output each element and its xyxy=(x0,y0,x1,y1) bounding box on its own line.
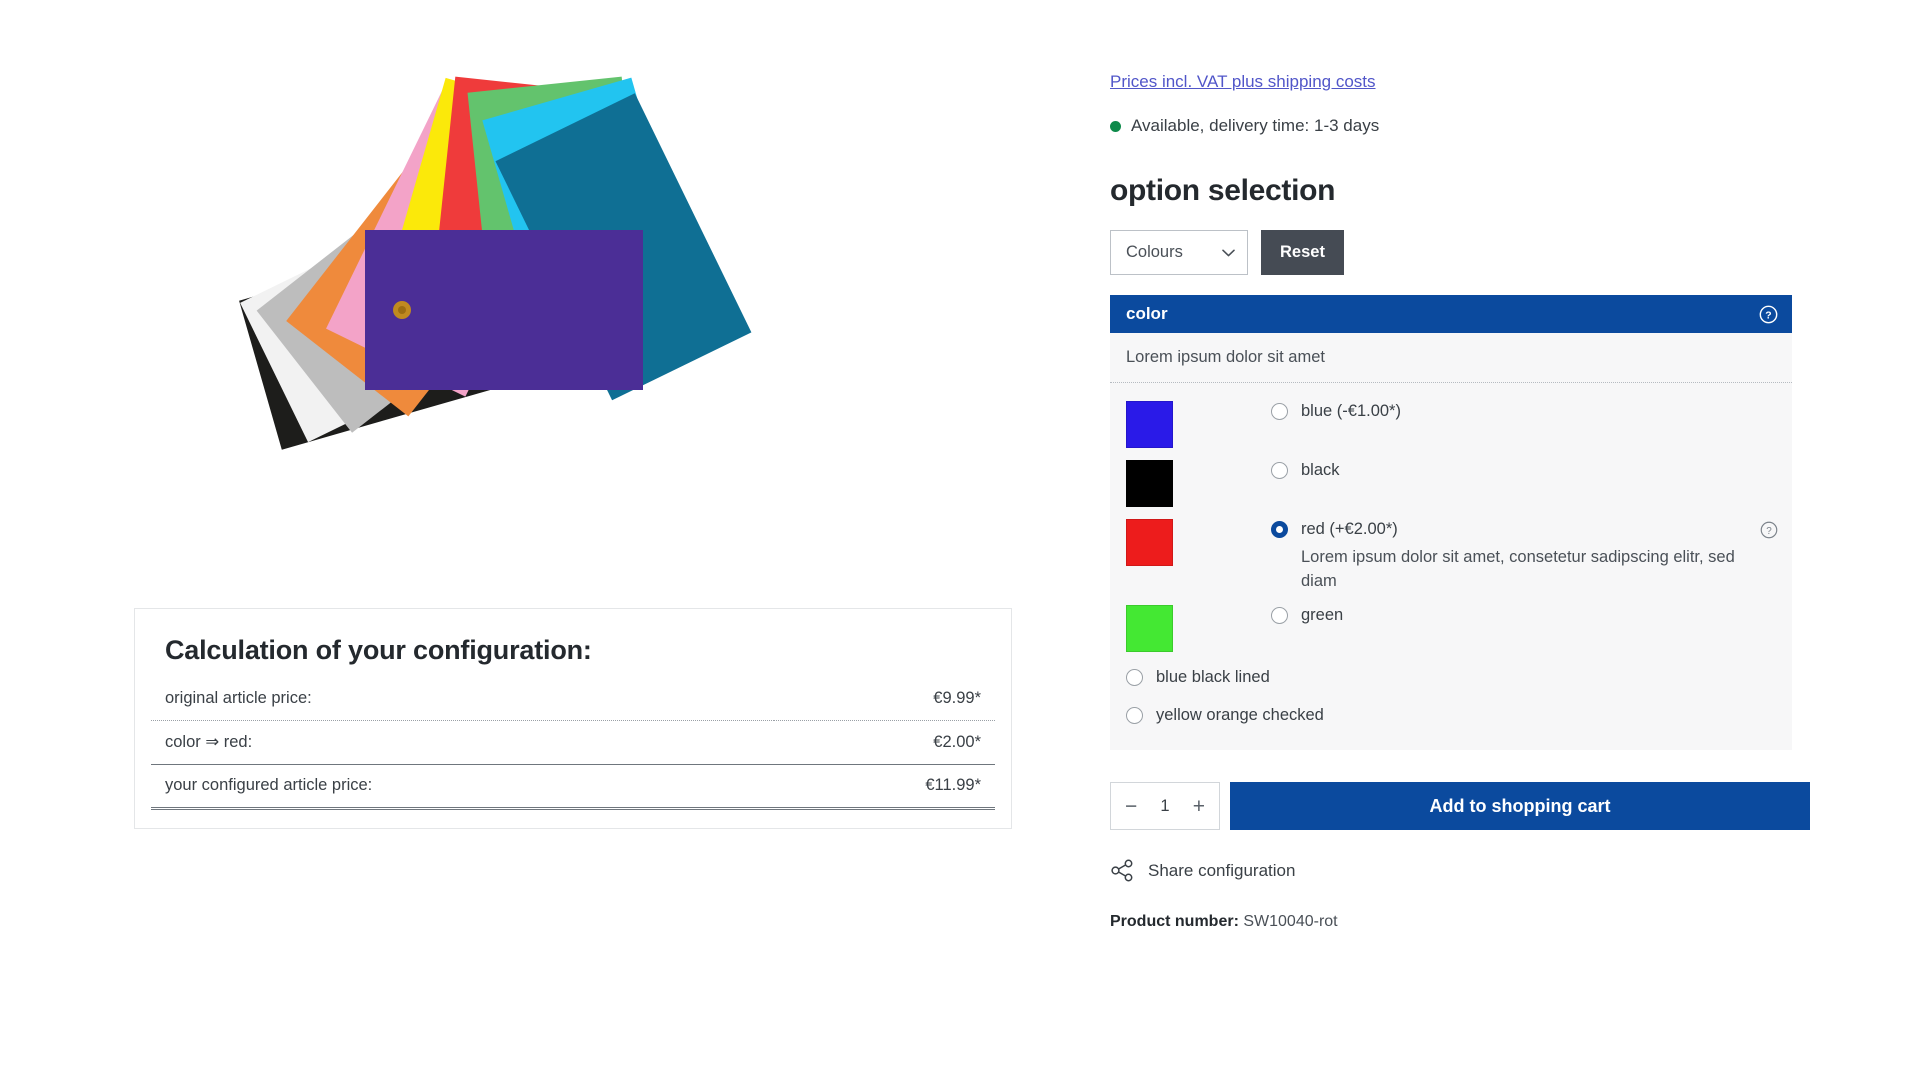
list-item[interactable]: black xyxy=(1110,454,1792,513)
option-label: blue black lined xyxy=(1156,667,1778,688)
quantity-stepper[interactable]: − 1 + xyxy=(1110,782,1220,830)
list-item[interactable]: blue (-€1.00*) xyxy=(1110,395,1792,454)
availability-label: Available, delivery time: 1-3 days xyxy=(1131,116,1379,136)
option-radio[interactable] xyxy=(1126,669,1143,686)
configurator-controls: Colours Reset xyxy=(1110,230,1810,275)
colours-select-value: Colours xyxy=(1126,243,1183,262)
quantity-decrement-button[interactable]: − xyxy=(1125,796,1137,817)
color-swatch xyxy=(1126,460,1173,507)
page-title: option selection xyxy=(1110,174,1810,208)
option-radio[interactable] xyxy=(1271,403,1288,420)
calculation-table: original article price: €9.99* color ⇒ r… xyxy=(151,678,995,810)
quantity-increment-button[interactable]: + xyxy=(1193,796,1205,817)
color-swatch xyxy=(1126,605,1173,652)
add-to-cart-button[interactable]: Add to shopping cart xyxy=(1230,782,1810,830)
list-item[interactable]: green xyxy=(1110,599,1792,658)
table-row: original article price: €9.99* xyxy=(151,678,995,721)
help-circle-icon[interactable]: ? xyxy=(1759,305,1778,324)
option-label: black xyxy=(1301,460,1778,481)
color-swatch xyxy=(1126,401,1173,448)
calc-row-label: your configured article price: xyxy=(151,765,774,809)
share-configuration-label: Share configuration xyxy=(1148,861,1295,881)
calc-row-label: color ⇒ red: xyxy=(151,721,774,765)
option-label: green xyxy=(1301,605,1778,626)
color-swatch xyxy=(1126,519,1173,566)
option-list: blue (-€1.00*) black xyxy=(1110,383,1792,750)
option-group-title: color xyxy=(1126,304,1168,324)
list-item[interactable]: red (+€2.00*) Lorem ipsum dolor sit amet… xyxy=(1110,513,1792,599)
reset-button[interactable]: Reset xyxy=(1261,230,1344,275)
availability-dot-icon xyxy=(1110,121,1121,132)
option-label: yellow orange checked xyxy=(1156,705,1778,726)
calc-row-label: original article price: xyxy=(151,678,774,721)
calc-row-amount: €9.99* xyxy=(774,678,995,721)
quantity-value[interactable]: 1 xyxy=(1160,797,1169,816)
option-description: Lorem ipsum dolor sit amet, consetetur s… xyxy=(1301,546,1760,594)
share-configuration-button[interactable]: Share configuration xyxy=(1110,858,1810,883)
availability-status: Available, delivery time: 1-3 days xyxy=(1110,116,1810,136)
option-group-panel: color ? Lorem ipsum dolor sit amet blue … xyxy=(1110,295,1792,750)
list-item[interactable]: blue black lined xyxy=(1110,658,1792,696)
product-configurator-page: Calculation of your configuration: origi… xyxy=(0,0,1920,1080)
colours-select[interactable]: Colours xyxy=(1110,230,1248,275)
help-circle-icon[interactable]: ? xyxy=(1760,521,1778,539)
chevron-down-icon xyxy=(1222,249,1235,257)
option-radio[interactable] xyxy=(1271,521,1288,538)
table-row: color ⇒ red: €2.00* xyxy=(151,721,995,765)
table-row: your configured article price: €11.99* xyxy=(151,765,995,809)
right-column: Prices incl. VAT plus shipping costs Ava… xyxy=(1110,0,1810,931)
option-group-header: color ? xyxy=(1110,295,1792,333)
left-column: Calculation of your configuration: origi… xyxy=(0,0,1085,1080)
calculation-box: Calculation of your configuration: origi… xyxy=(134,608,1012,829)
option-label: blue (-€1.00*) xyxy=(1301,401,1778,422)
option-radio[interactable] xyxy=(1271,607,1288,624)
share-nodes-icon xyxy=(1110,858,1135,883)
option-radio[interactable] xyxy=(1126,707,1143,724)
calculation-title: Calculation of your configuration: xyxy=(151,631,995,678)
vat-shipping-link[interactable]: Prices incl. VAT plus shipping costs xyxy=(1110,72,1376,92)
product-number-value: SW10040-rot xyxy=(1243,913,1337,930)
svg-text:?: ? xyxy=(1766,526,1772,537)
product-image[interactable] xyxy=(180,45,880,485)
svg-text:?: ? xyxy=(1765,310,1771,321)
product-number-label: Product number: xyxy=(1110,913,1239,930)
option-group-description: Lorem ipsum dolor sit amet xyxy=(1110,333,1792,383)
option-label: red (+€2.00*) xyxy=(1301,519,1760,540)
calc-row-amount: €2.00* xyxy=(774,721,995,765)
product-number: Product number: SW10040-rot xyxy=(1110,913,1810,931)
purchase-row: − 1 + Add to shopping cart xyxy=(1110,782,1810,830)
list-item[interactable]: yellow orange checked xyxy=(1110,696,1792,734)
option-radio[interactable] xyxy=(1271,462,1288,479)
calc-row-amount: €11.99* xyxy=(774,765,995,809)
